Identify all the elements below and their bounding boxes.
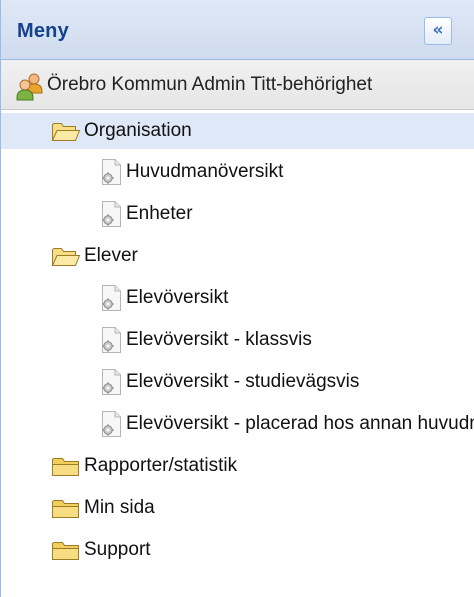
tree-item-elevoversikt-studievagsvis[interactable]: Elevöversikt - studievägsvis [1, 364, 474, 400]
page-gear-icon [98, 410, 124, 438]
tree-item-label: Huvudmanöversikt [126, 161, 284, 182]
tree-folder-support[interactable]: Support [1, 532, 474, 568]
tree-item-elevoversikt-klassvis[interactable]: Elevöversikt - klassvis [1, 322, 474, 358]
tree-folder-label: Rapporter/statistik [84, 455, 238, 476]
tree-item-label: Enheter [126, 203, 193, 224]
page-gear-icon [98, 368, 124, 396]
page-gear-icon [98, 326, 124, 354]
tree-item-enheter[interactable]: Enheter [1, 196, 474, 232]
folder-icon [51, 454, 81, 478]
double-chevron-left-icon: « [432, 19, 444, 40]
tree-folder-label: Support [84, 539, 151, 560]
tree-folder-label: Organisation [84, 120, 192, 141]
tree-folder-organisation[interactable]: Organisation [1, 113, 474, 149]
tree-folder-rapporter-statistik[interactable]: Rapporter/statistik [1, 448, 474, 484]
tree-item-label: Elevöversikt - placerad hos annan huvudm… [126, 413, 474, 434]
tree-folder-label: Min sida [84, 497, 155, 518]
folder-open-icon [51, 119, 81, 143]
collapse-menu-button[interactable]: « [424, 17, 452, 45]
tree-folder-elever[interactable]: Elever [1, 238, 474, 274]
menu-title: Meny [17, 20, 69, 42]
page-gear-icon [98, 158, 124, 186]
tree-item-elevoversikt-placerad[interactable]: Elevöversikt - placerad hos annan huvudm… [1, 406, 474, 442]
users-icon [16, 73, 43, 101]
folder-open-icon [51, 244, 81, 268]
page-gear-icon [98, 200, 124, 228]
folder-icon [51, 538, 81, 562]
user-bar[interactable]: Örebro Kommun Admin Titt-behörighet [1, 60, 474, 110]
tree-item-label: Elevöversikt - studievägsvis [126, 371, 360, 392]
tree-item-huvudmanoversikt[interactable]: Huvudmanöversikt [1, 154, 474, 190]
user-name: Örebro Kommun Admin Titt-behörighet [47, 74, 373, 95]
tree-folder-min-sida[interactable]: Min sida [1, 490, 474, 526]
folder-icon [51, 496, 81, 520]
tree-item-label: Elevöversikt - klassvis [126, 329, 312, 350]
tree-item-label: Elevöversikt [126, 287, 229, 308]
tree-folder-label: Elever [84, 245, 138, 266]
menu-header: Meny « [1, 0, 474, 60]
page-gear-icon [98, 284, 124, 312]
tree-item-elevoversikt[interactable]: Elevöversikt [1, 280, 474, 316]
menu-panel: Meny « Örebro Kommun Admin Titt-behörigh… [0, 0, 474, 597]
